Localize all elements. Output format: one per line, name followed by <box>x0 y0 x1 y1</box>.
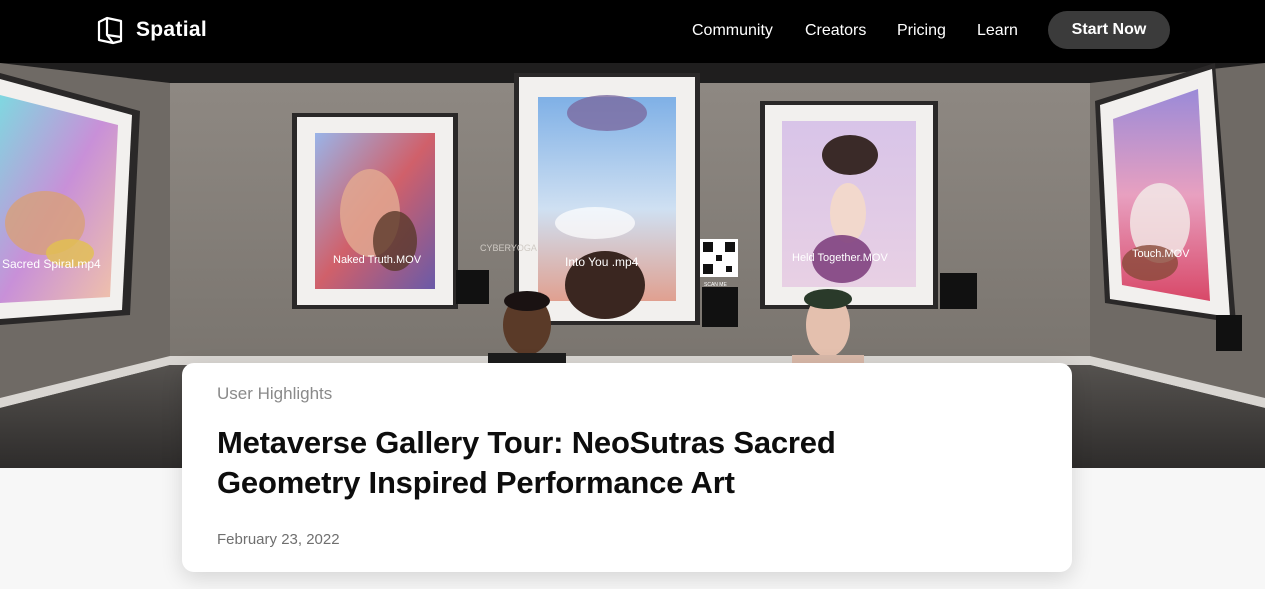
artwork-caption: Touch.MOV <box>1132 248 1190 260</box>
nav-link-pricing[interactable]: Pricing <box>897 21 946 41</box>
artwork-caption: Naked Truth.MOV <box>333 254 422 266</box>
artwork-caption: Into You .mp4 <box>565 255 639 269</box>
qr-label: SCAN ME <box>704 282 727 288</box>
article-card[interactable]: User Highlights Metaverse Gallery Tour: … <box>182 363 1072 572</box>
nav-link-community[interactable]: Community <box>692 21 773 41</box>
nav-link-learn[interactable]: Learn <box>977 21 1018 41</box>
artwork-caption: Sacred Spiral.mp4 <box>2 257 101 271</box>
start-now-button[interactable]: Start Now <box>1048 11 1170 49</box>
nav-link-creators[interactable]: Creators <box>805 21 866 41</box>
article-category[interactable]: User Highlights <box>217 384 332 404</box>
wall-text: CYBERYOGA <box>480 243 537 253</box>
article-title[interactable]: Metaverse Gallery Tour: NeoSutras Sacred… <box>217 423 977 503</box>
brand-logo[interactable]: Spatial <box>96 15 207 45</box>
top-nav: Spatial Community Creators Pricing Learn… <box>0 0 1265 63</box>
spatial-logo-icon <box>97 16 123 45</box>
brand-name: Spatial <box>136 18 207 41</box>
article-date: February 23, 2022 <box>217 531 340 548</box>
artwork-caption: Held Together.MOV <box>792 252 888 264</box>
